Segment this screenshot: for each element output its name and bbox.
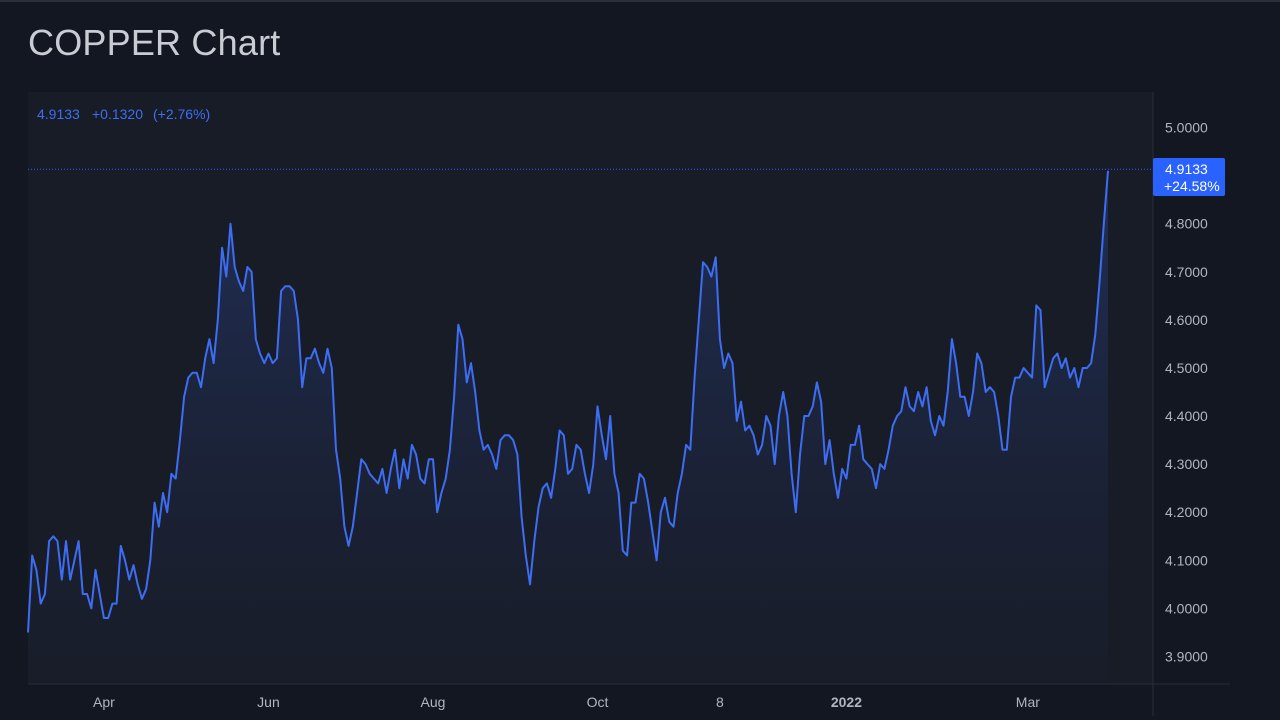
legend-change-pct: (+2.76%) bbox=[153, 106, 210, 122]
y-tick-label: 4.4000 bbox=[1165, 408, 1208, 424]
x-tick-label: 8 bbox=[716, 694, 724, 710]
y-tick-label: 4.1000 bbox=[1165, 552, 1208, 568]
chart-page: COPPER Chart 5.0000 4.8000 4.7000 4.6000 4.5… bbox=[0, 0, 1280, 720]
price-tag-value: 4.9133 bbox=[1165, 161, 1208, 177]
y-tick-label: 3.9000 bbox=[1165, 649, 1208, 665]
price-tag-change: +24.58% bbox=[1164, 178, 1220, 194]
y-tick-label: 4.6000 bbox=[1165, 312, 1208, 328]
x-tick-label: Apr bbox=[93, 694, 115, 710]
x-tick-label: Oct bbox=[587, 694, 609, 710]
x-tick-label: Mar bbox=[1016, 694, 1040, 710]
time-axis: Apr Jun Aug Oct 8 2022 Mar bbox=[93, 694, 1040, 710]
legend-change: +0.1320 bbox=[92, 106, 143, 122]
y-tick-label: 4.8000 bbox=[1165, 216, 1208, 232]
x-tick-label: Aug bbox=[421, 694, 446, 710]
x-tick-label: Jun bbox=[257, 694, 280, 710]
current-price-tag: 4.9133 +24.58% bbox=[1153, 158, 1225, 196]
y-tick-label: 4.7000 bbox=[1165, 264, 1208, 280]
y-tick-label: 4.2000 bbox=[1165, 504, 1208, 520]
y-tick-label: 5.0000 bbox=[1165, 120, 1208, 136]
y-tick-label: 4.0000 bbox=[1165, 600, 1208, 616]
price-chart[interactable]: 5.0000 4.8000 4.7000 4.6000 4.5000 4.4000 4.30… bbox=[0, 0, 1280, 720]
y-tick-label: 4.3000 bbox=[1165, 456, 1208, 472]
y-tick-label: 4.5000 bbox=[1165, 360, 1208, 376]
legend-last-value: 4.9133 bbox=[37, 106, 80, 122]
x-tick-label: 2022 bbox=[831, 694, 862, 710]
